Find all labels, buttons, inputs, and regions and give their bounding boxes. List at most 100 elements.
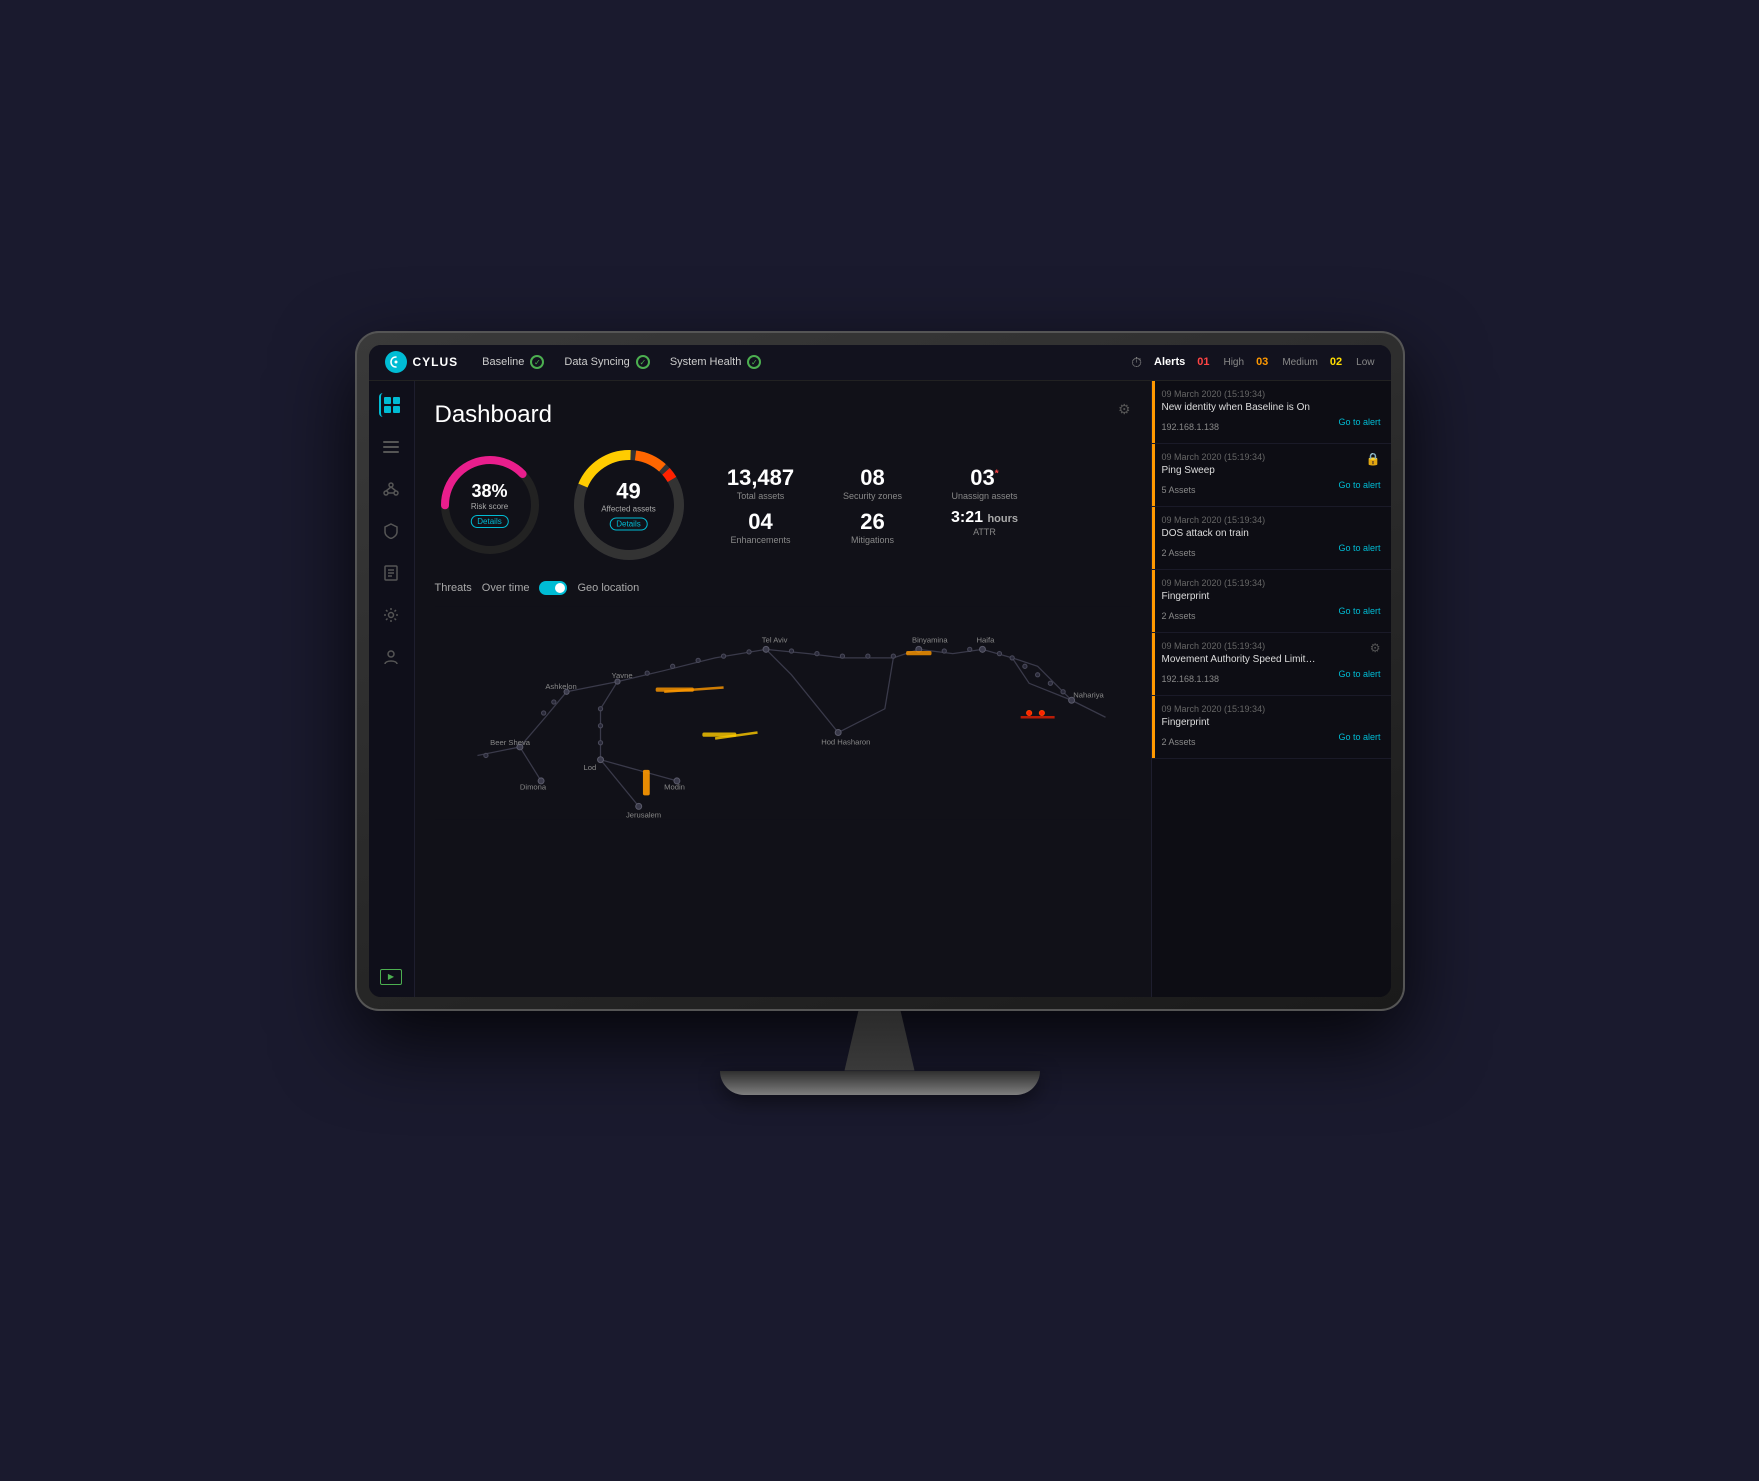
city-nahariya: Nahariya [1073,690,1104,699]
top-bar: CYLUS Baseline Data Syncing System Healt… [369,345,1391,381]
mitigations-label: Mitigations [851,535,894,545]
threat-bar-3 [702,732,736,736]
alert-card-2[interactable]: 09 March 2020 (15:19:34) DOS attack on t… [1152,507,1391,570]
sidebar-bottom: ▶ [380,969,402,985]
alert-info-4: 192.168.1.138 [1162,674,1220,684]
sidebar-item-profile[interactable] [379,645,403,669]
alert-card-0[interactable]: 09 March 2020 (15:19:34) New identity wh… [1152,381,1391,444]
alert-card-4[interactable]: ⚙ 09 March 2020 (15:19:34) Movement Auth… [1152,633,1391,696]
city-beer-sheva: Beer Sheva [490,738,531,747]
main-content: ▶ Dashboard ⚙ [369,381,1391,997]
alert-title-5: Fingerprint [1162,717,1381,728]
city-hod-hasharon: Hod Hasharon [821,737,870,746]
risk-percent: 38% [470,481,508,502]
threats-header: Threats Over time Geo location [435,581,1131,595]
security-zones-value: 08 [860,465,884,491]
stat-mitigations: 26 Mitigations [825,509,921,545]
alert-card-5[interactable]: 09 March 2020 (15:19:34) Fingerprint 2 A… [1152,696,1391,759]
logo: CYLUS [385,351,459,373]
alert-footer-3: 2 Assets Go to alert [1162,606,1381,624]
city-haifa: Haifa [976,635,995,644]
alert-info-0: 192.168.1.138 [1162,422,1220,432]
affected-count: 49 [601,478,656,504]
affected-details-btn[interactable]: Details [609,517,647,530]
alert-info-5: 2 Assets [1162,737,1196,747]
monitor-base [720,1071,1040,1095]
alert-info-2: 2 Assets [1162,548,1196,558]
city-tel-aviv: Tel Aviv [761,635,787,644]
monitor-outer: CYLUS Baseline Data Syncing System Healt… [355,331,1405,1011]
over-time-toggle[interactable] [539,581,567,595]
city-jerusalem: Jerusalem [625,810,660,819]
stat-enhancements: 04 Enhancements [713,509,809,545]
alert-timestamp-1: 09 March 2020 (15:19:34) [1162,452,1381,462]
logo-text: CYLUS [413,355,459,369]
alert-low-badge: 02 [1330,356,1342,368]
alert-go-2[interactable]: Go to alert [1338,543,1380,553]
threats-section: Threats Over time Geo location [435,581,1131,987]
stat-total-assets: 13,487 Total assets [713,465,809,501]
unassign-assets-value: 03* [970,465,998,491]
threats-title: Threats [435,582,472,594]
alerts-label: Alerts [1154,356,1185,368]
alert-timestamp-0: 09 March 2020 (15:19:34) [1162,389,1381,399]
unassign-assets-label: Unassign assets [951,491,1017,501]
alert-title-0: New identity when Baseline is On [1162,402,1381,413]
alert-card-3[interactable]: 09 March 2020 (15:19:34) Fingerprint 2 A… [1152,570,1391,633]
dashboard-content: Dashboard ⚙ [415,381,1151,997]
city-lod: Lod [583,762,596,771]
affected-assets-chart: 49 Affected assets Details [569,445,689,565]
alert-icon-gear: ⚙ [1370,641,1381,655]
nav-item-datasyncing[interactable]: Data Syncing [564,355,649,369]
total-assets-value: 13,487 [727,465,794,491]
alert-high-badge: 01 [1197,356,1209,368]
sidebar-item-dashboard[interactable] [379,393,403,417]
over-time-label: Over time [482,582,530,594]
dashboard-main: Dashboard ⚙ [415,381,1391,997]
nav-item-systemhealth[interactable]: System Health [670,355,762,369]
baseline-status [530,355,544,369]
sidebar-item-settings[interactable] [379,603,403,627]
alerts-panel: 09 March 2020 (15:19:34) New identity wh… [1151,381,1391,997]
stat-attr: 3:21 hours ATTR [937,509,1033,545]
city-ashkelon: Ashkelon [545,682,576,691]
sidebar-item-reports[interactable] [379,561,403,585]
alert-go-1[interactable]: Go to alert [1338,480,1380,490]
nav-item-baseline[interactable]: Baseline [482,355,544,369]
alert-footer-4: 192.168.1.138 Go to alert [1162,669,1381,687]
total-assets-label: Total assets [737,491,785,501]
cylus-logo-icon [385,351,407,373]
alert-card-1[interactable]: 🔒 09 March 2020 (15:19:34) Ping Sweep 5 … [1152,444,1391,507]
attr-label: ATTR [973,527,996,537]
alert-go-0[interactable]: Go to alert [1338,417,1380,427]
alert-info-1: 5 Assets [1162,485,1196,495]
map-area: Tel Aviv Binyamina Haifa Nahariya Yavne … [435,603,1131,823]
alert-footer-5: 2 Assets Go to alert [1162,732,1381,750]
alert-footer-2: 2 Assets Go to alert [1162,543,1381,561]
terminal-icon[interactable]: ▶ [380,969,402,985]
risk-details-btn[interactable]: Details [470,515,508,528]
alerts-section: ⏱ Alerts 01 High 03 Medium 02 Low [1131,354,1374,371]
alert-timestamp-5: 09 March 2020 (15:19:34) [1162,704,1381,714]
threat-bar-2 [906,651,931,655]
alert-go-5[interactable]: Go to alert [1338,732,1380,742]
clock-icon: ⏱ [1131,354,1142,371]
dashboard-settings-icon[interactable]: ⚙ [1118,401,1131,418]
monitor-neck [810,1011,950,1071]
sidebar-item-network[interactable] [379,477,403,501]
enhancements-value: 04 [748,509,772,535]
alert-go-4[interactable]: Go to alert [1338,669,1380,679]
alert-footer-0: 192.168.1.138 Go to alert [1162,417,1381,435]
sidebar-item-shield[interactable] [379,519,403,543]
alert-title-1: Ping Sweep [1162,465,1381,476]
sidebar-item-list[interactable] [379,435,403,459]
alert-go-3[interactable]: Go to alert [1338,606,1380,616]
city-binyamina: Binyamina [912,635,948,644]
threat-bar-4 [642,769,649,794]
dashboard-title: Dashboard [435,401,552,429]
alert-title-4: Movement Authority Speed Limit… [1162,654,1381,665]
alert-timestamp-3: 09 March 2020 (15:19:34) [1162,578,1381,588]
sidebar: ▶ [369,381,415,997]
affected-assets-label: 49 Affected assets Details [601,478,656,531]
threat-bar-1 [655,687,693,691]
